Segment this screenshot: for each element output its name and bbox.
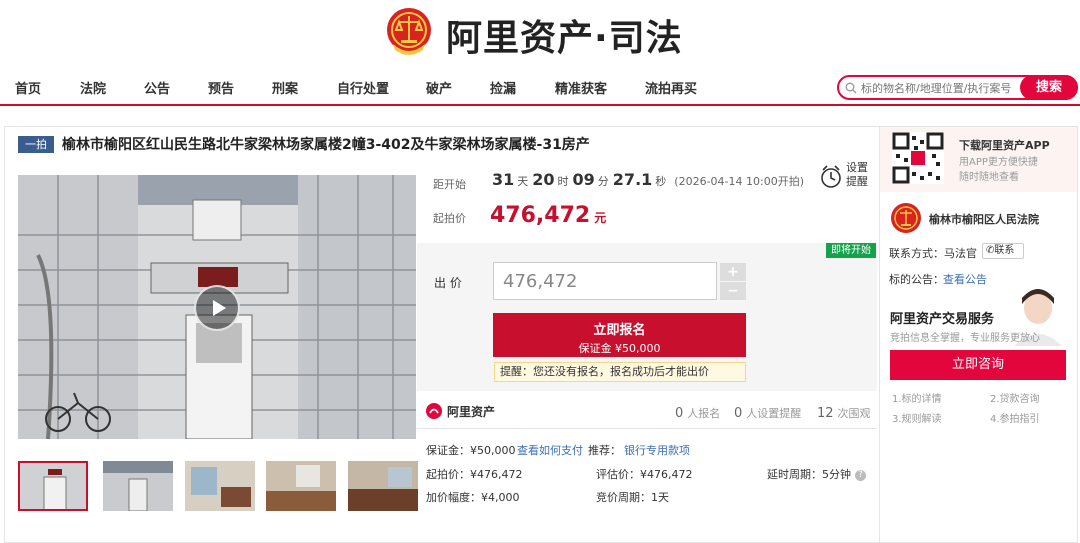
guide-link-details[interactable]: 1.标的详情 — [892, 390, 942, 405]
signup-count-value: 0 — [675, 406, 684, 421]
bid-label: 出 价 — [434, 276, 462, 290]
nav-item-home[interactable]: 首页 — [15, 78, 41, 97]
start-price-label: 起拍价 — [433, 212, 466, 225]
signup-count: 0 人报名 — [675, 405, 720, 421]
countdown-hours-unit: 时 — [557, 175, 569, 188]
reminder-count: 0 人设置提醒 — [734, 405, 801, 421]
app-sub-line1: 用APP更方便快捷 — [959, 157, 1038, 168]
how-to-pay-link[interactable]: 查看如何支付 — [517, 442, 583, 458]
countdown-label: 距开始 — [433, 178, 466, 191]
service-subtitle: 竞拍信息全掌握，专业服务更放心 — [890, 333, 1040, 344]
reminder-label-line2: 提醒 — [846, 175, 868, 188]
court-emblem-icon — [387, 8, 431, 55]
deposit-info: 保证金：¥50,000 — [426, 444, 516, 457]
nav-item-self-disposal[interactable]: 自行处置 — [337, 78, 389, 97]
bank-payment-link[interactable]: 银行专用款项 — [624, 442, 690, 458]
start-price-value: 476,472 — [490, 203, 591, 228]
contact-info: 联系方式：马法官 — [889, 247, 977, 260]
play-video-button[interactable] — [194, 285, 240, 331]
search-input[interactable] — [861, 80, 1011, 96]
listing-title: 榆林市榆阳区红山民生路北牛家梁林场家属楼2幢3-402及牛家梁林场家属楼-31房… — [62, 137, 590, 153]
countdown-hours: 20 — [532, 170, 555, 189]
countdown: 31 天 20 时 09 分 27.1 秒 (2026-04-14 10:00开拍) — [492, 170, 804, 189]
countdown-days-unit: 天 — [517, 175, 529, 188]
countdown-seconds-unit: 秒 — [655, 175, 667, 188]
nav-item-bankruptcy[interactable]: 破产 — [426, 78, 452, 97]
app-download-sub: 用APP更方便快捷 随时随地查看 — [959, 155, 1038, 185]
stats-brand: 阿里资产 — [447, 405, 496, 419]
delay-cycle-text: 延时周期：5分钟 — [767, 468, 851, 481]
start-price: 476,472 元 — [490, 203, 606, 228]
contact-button[interactable]: ✆联系 — [982, 243, 1024, 259]
thumbnail-3[interactable] — [185, 461, 255, 511]
thumbnail-5[interactable] — [348, 461, 418, 511]
nav-item-reauction[interactable]: 流拍再买 — [645, 78, 697, 97]
nav-item-court[interactable]: 法院 — [80, 78, 106, 97]
bid-cycle-info: 竞价周期：1天 — [596, 491, 669, 504]
view-notice-link[interactable]: 查看公告 — [943, 271, 987, 287]
service-title: 阿里资产交易服务 — [890, 312, 995, 327]
search-icon — [845, 82, 857, 94]
view-count: 12 次围观 — [817, 405, 871, 421]
reminder-count-value: 0 — [734, 406, 743, 421]
search-button[interactable]: 搜索 — [1020, 75, 1078, 100]
bid-increase-button[interactable]: + — [720, 263, 746, 281]
guide-link-loan[interactable]: 2.贷款咨询 — [990, 390, 1040, 405]
signup-count-label: 人报名 — [687, 407, 721, 420]
view-count-value: 12 — [817, 406, 834, 421]
auction-round-tag: 一拍 — [18, 136, 54, 153]
reminder-count-label: 人设置提醒 — [746, 407, 802, 420]
site-title: 阿里资产·司法 — [446, 18, 683, 59]
status-badge: 即将开始 — [826, 243, 876, 258]
play-icon — [213, 300, 226, 316]
auction-start-time: (2026-04-14 10:00开拍) — [674, 175, 804, 188]
signup-label: 立即报名 — [593, 323, 646, 338]
nav-item-notice[interactable]: 公告 — [144, 78, 170, 97]
thumbnail-4[interactable] — [266, 461, 336, 511]
court-name[interactable]: 榆林市榆阳区人民法院 — [929, 211, 1039, 227]
notice-label: 标的公告： — [889, 273, 944, 286]
thumbnail-1[interactable] — [18, 461, 88, 511]
court-emblem-icon — [891, 203, 921, 233]
nav-item-leads[interactable]: 精准获客 — [555, 78, 607, 97]
nav-item-bargain[interactable]: 捡漏 — [490, 78, 516, 97]
app-sub-line2: 随时随地查看 — [959, 172, 1019, 183]
app-download-title[interactable]: 下载阿里资产APP — [959, 137, 1050, 153]
view-count-label: 次围观 — [837, 407, 871, 420]
increment-info: 加价幅度：¥4,000 — [426, 491, 520, 504]
qr-code-icon[interactable] — [892, 132, 944, 184]
reminder-label-line1: 设置 — [846, 161, 868, 174]
thumbnail-2[interactable] — [103, 461, 173, 511]
alibaba-asset-logo-icon — [426, 403, 442, 419]
nav-item-criminal[interactable]: 刑案 — [272, 78, 298, 97]
countdown-days: 31 — [492, 170, 515, 189]
set-reminder-button[interactable]: 设置 提醒 — [846, 161, 868, 189]
nav-item-preview[interactable]: 预告 — [208, 78, 234, 97]
signup-button[interactable]: 立即报名 保证金 ¥50,000 — [493, 313, 746, 357]
countdown-seconds: 27.1 — [612, 170, 653, 189]
consult-button[interactable]: 立即咨询 — [890, 350, 1066, 380]
header: 阿里资产·司法 — [0, 0, 1080, 64]
start-price-info: 起拍价：¥476,472 — [426, 468, 523, 481]
bid-decrease-button[interactable]: − — [720, 282, 746, 300]
deposit-label: 保证金 ¥50,000 — [578, 342, 661, 355]
recommend-label: 推荐： — [588, 444, 621, 457]
signup-hint: 提醒：您还没有报名，报名成功后才能出价 — [494, 362, 746, 382]
help-icon[interactable]: ? — [855, 469, 866, 481]
delay-cycle-info: 延时周期：5分钟? — [767, 466, 866, 482]
divider — [417, 428, 877, 429]
appraisal-info: 评估价：¥476,472 — [596, 468, 693, 481]
guide-link-howto[interactable]: 4.参拍指引 — [990, 410, 1040, 425]
start-price-unit: 元 — [594, 211, 607, 225]
countdown-minutes-unit: 分 — [597, 175, 609, 188]
countdown-minutes: 09 — [572, 170, 595, 189]
contact-button-label: 联系 — [994, 245, 1015, 256]
bid-amount-input[interactable]: 476,472 — [493, 262, 717, 300]
guide-link-rules[interactable]: 3.规则解读 — [892, 410, 942, 425]
